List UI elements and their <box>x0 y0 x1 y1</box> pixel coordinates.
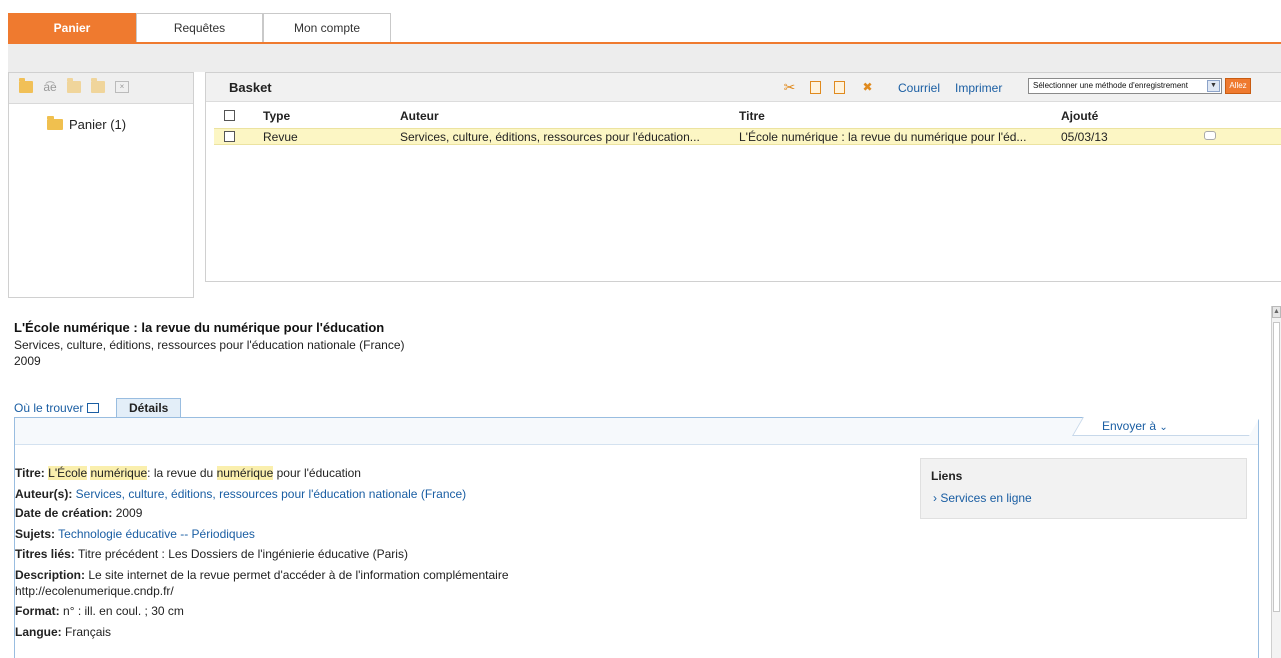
tab-mon-compte[interactable]: Mon compte <box>263 13 391 43</box>
date-label: Date de création: <box>15 506 113 520</box>
folder-panel: a͡e × Panier (1) <box>8 72 194 298</box>
tab-where-to-find[interactable]: Où le trouver <box>14 401 100 415</box>
titre-highlight-3: numérique <box>216 466 274 480</box>
titres-lies-label: Titres liés: <box>15 547 75 561</box>
langue-value: Français <box>65 625 112 639</box>
basket-panel: Basket ✂ ✖ Courriel Imprimer Sélectionne… <box>205 72 1281 282</box>
toolbar-band <box>8 44 1281 72</box>
field-format: Format: n° : ill. en coul. ; 30 cm <box>15 604 184 618</box>
titre-highlight-1: L'École <box>48 466 88 480</box>
rename-icon[interactable]: a͡e <box>43 81 57 93</box>
row-ajoute: 05/03/13 <box>1061 130 1108 144</box>
send-to-button[interactable]: Envoyer à ⌄ <box>1102 419 1168 433</box>
auteurs-label: Auteur(s): <box>15 487 73 501</box>
tab-details[interactable]: Détails <box>116 398 182 418</box>
print-link[interactable]: Imprimer <box>955 81 1002 95</box>
new-folder-icon[interactable] <box>19 78 33 93</box>
chevron-right-icon: › <box>933 491 937 505</box>
format-label: Format: <box>15 604 60 618</box>
links-box: Liens › Services en ligne <box>920 458 1247 519</box>
field-titre: Titre: L'École numérique: la revue du nu… <box>15 466 361 480</box>
row-checkbox[interactable] <box>224 131 235 142</box>
field-description: Description: Le site internet de la revu… <box>15 568 509 582</box>
delete-folder-icon[interactable]: × <box>115 81 129 93</box>
tab-where-label: Où le trouver <box>14 401 84 415</box>
copy-icon[interactable] <box>810 81 821 94</box>
field-langue: Langue: Français <box>15 625 111 639</box>
main-tabs: Panier Requêtes Mon compte <box>0 0 1281 44</box>
description-value: Le site internet de la revue permet d'ac… <box>88 568 509 582</box>
online-services-link[interactable]: › Services en ligne <box>933 491 1032 505</box>
email-link[interactable]: Courriel <box>898 81 940 95</box>
scroll-thumb[interactable] <box>1273 322 1280 612</box>
field-date: Date de création: 2009 <box>15 506 142 520</box>
vertical-scrollbar[interactable]: ▲ <box>1271 306 1281 658</box>
external-link-icon <box>87 403 100 413</box>
chevron-down-icon: ⌄ <box>1159 422 1168 433</box>
row-type: Revue <box>263 130 298 144</box>
auteurs-link[interactable]: Services, culture, éditions, ressources … <box>76 487 467 501</box>
sujets-link[interactable]: Technologie éducative -- Périodiques <box>58 527 255 541</box>
links-title: Liens <box>931 469 963 483</box>
column-ajoute[interactable]: Ajouté <box>1061 109 1098 123</box>
field-titres-lies: Titres liés: Titre précédent : Les Dossi… <box>15 547 408 561</box>
record-year: 2009 <box>14 354 41 368</box>
pane-divider[interactable] <box>8 298 1281 306</box>
folder-toolbar: a͡e × <box>9 73 193 104</box>
table-row[interactable]: Revue Services, culture, éditions, resso… <box>214 128 1281 145</box>
titre-mid: : la revue du <box>147 466 214 480</box>
sujets-label: Sujets: <box>15 527 56 541</box>
titres-lies-value: Titre précédent : Les Dossiers de l'ingé… <box>77 547 408 561</box>
folder-icon <box>47 115 63 130</box>
basket-header: Basket ✂ ✖ Courriel Imprimer Sélectionne… <box>206 73 1281 102</box>
details-header: Envoyer à ⌄ <box>15 417 1260 445</box>
row-auteur: Services, culture, éditions, ressources … <box>400 130 700 144</box>
go-button[interactable]: Allez <box>1225 78 1251 94</box>
basket-title: Basket <box>229 80 272 95</box>
paste-folder-icon[interactable] <box>91 78 105 93</box>
folder-panier[interactable]: Panier (1) <box>47 115 126 133</box>
record-title: L'École numérique : la revue du numériqu… <box>14 320 385 335</box>
record-author: Services, culture, éditions, ressources … <box>14 338 405 352</box>
select-all-checkbox[interactable] <box>224 110 235 121</box>
save-method-value: Sélectionner une méthode d'enregistremen… <box>1033 81 1188 90</box>
online-services-label: Services en ligne <box>940 491 1032 505</box>
format-value: n° : ill. en coul. ; 30 cm <box>63 604 184 618</box>
column-type[interactable]: Type <box>263 109 290 123</box>
scroll-up-icon[interactable]: ▲ <box>1272 306 1281 318</box>
folder-label: Panier (1) <box>69 116 127 132</box>
description-url: http://ecolenumerique.cndp.fr/ <box>15 584 174 598</box>
send-to-label: Envoyer à <box>1102 419 1157 433</box>
note-icon[interactable] <box>1204 131 1216 140</box>
field-auteurs: Auteur(s): Services, culture, éditions, … <box>15 487 466 501</box>
titre-end: pour l'éducation <box>276 466 361 480</box>
row-titre: L'École numérique : la revue du numériqu… <box>739 130 1027 144</box>
cut-icon[interactable]: ✂ <box>783 80 796 94</box>
titre-label: Titre: <box>15 466 45 480</box>
date-value: 2009 <box>115 506 143 520</box>
langue-label: Langue: <box>15 625 62 639</box>
paste-icon[interactable] <box>834 81 845 94</box>
description-label: Description: <box>15 568 86 582</box>
titre-highlight-2: numérique <box>90 466 148 480</box>
column-auteur[interactable]: Auteur <box>400 109 439 123</box>
field-sujets: Sujets: Technologie éducative -- Périodi… <box>15 527 255 541</box>
column-titre[interactable]: Titre <box>739 109 765 123</box>
delete-icon[interactable]: ✖ <box>861 80 874 94</box>
tab-panier[interactable]: Panier <box>8 13 136 43</box>
save-method-select[interactable]: Sélectionner une méthode d'enregistremen… <box>1028 78 1222 94</box>
copy-folder-icon[interactable] <box>67 78 81 93</box>
tab-requetes[interactable]: Requêtes <box>136 13 263 43</box>
chevron-down-icon: ▼ <box>1207 80 1220 92</box>
